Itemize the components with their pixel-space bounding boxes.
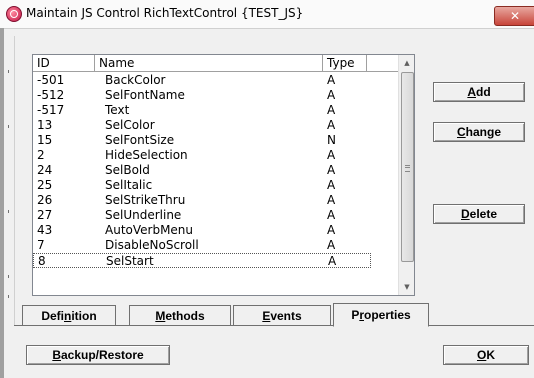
- table-row[interactable]: 2 HideSelection A: [33, 148, 398, 163]
- cell-id: 24: [37, 163, 53, 177]
- close-button[interactable]: ✕: [494, 6, 534, 26]
- cell-name: SelFontSize: [105, 133, 175, 147]
- cell-type: A: [327, 118, 336, 132]
- title-bar: Maintain JS Control RichTextControl {TES…: [0, 0, 534, 29]
- cell-id: -501: [37, 73, 65, 87]
- backup-restore-button-label: Backup/Restore: [52, 348, 144, 362]
- change-button-label: Change: [456, 125, 501, 139]
- cell-name: SelColor: [105, 118, 155, 132]
- cell-id: 25: [37, 178, 53, 192]
- table-row[interactable]: 27 SelUnderline A: [33, 208, 398, 223]
- tab-events-label: Events: [262, 309, 302, 323]
- window-title: Maintain JS Control RichTextControl {TES…: [26, 6, 304, 20]
- tab-definition-label: Definition: [41, 309, 97, 323]
- tab-properties-label: Properties: [351, 308, 411, 322]
- cell-type: N: [327, 133, 336, 147]
- cell-id: 26: [37, 193, 53, 207]
- backup-restore-button[interactable]: Backup/Restore: [26, 345, 170, 365]
- table-row[interactable]: 26 SelStrikeThru A: [33, 193, 398, 208]
- cell-type: A: [328, 254, 337, 268]
- vertical-scrollbar[interactable]: ▲ ▼: [398, 55, 414, 295]
- cell-name: SelFontName: [105, 88, 185, 102]
- tab-events[interactable]: Events: [233, 305, 331, 326]
- scroll-down-icon[interactable]: ▼: [399, 279, 414, 295]
- table-row[interactable]: 25 SelItalic A: [33, 178, 398, 193]
- scroll-thumb[interactable]: [401, 72, 414, 262]
- table-row[interactable]: 15 SelFontSize N: [33, 133, 398, 148]
- tick-mark: [8, 275, 9, 278]
- cell-type: A: [327, 238, 336, 252]
- tab-definition[interactable]: Definition: [22, 305, 116, 326]
- cell-name: AutoVerbMenu: [105, 223, 194, 237]
- tick-mark: [8, 295, 9, 298]
- cell-id: 43: [37, 223, 53, 237]
- close-icon: ✕: [509, 9, 521, 23]
- app-icon: [6, 6, 22, 22]
- cell-type: A: [327, 148, 336, 162]
- table-row[interactable]: 43 AutoVerbMenu A: [33, 223, 398, 238]
- cell-type: A: [327, 73, 336, 87]
- table-row[interactable]: -501 BackColor A: [33, 73, 398, 88]
- table-header: ID Name Type: [33, 55, 398, 73]
- dialog-window: Maintain JS Control RichTextControl {TES…: [0, 0, 534, 378]
- table-row[interactable]: 24 SelBold A: [33, 163, 398, 178]
- tab-methods[interactable]: Methods: [129, 305, 231, 326]
- tick-mark: [8, 70, 9, 73]
- tab-methods-label: Methods: [155, 309, 205, 323]
- cell-id: 8: [38, 254, 46, 268]
- change-button[interactable]: Change: [433, 122, 525, 142]
- column-header-filler: [367, 55, 398, 72]
- cell-id: 7: [37, 238, 45, 252]
- cell-type: A: [327, 103, 336, 117]
- tick-mark: [8, 125, 9, 128]
- ok-button[interactable]: OK: [443, 345, 529, 365]
- cell-id: 13: [37, 118, 53, 132]
- tick-mark: [8, 210, 9, 213]
- cell-type: A: [327, 163, 336, 177]
- cell-id: -512: [37, 88, 65, 102]
- cell-type: A: [327, 208, 336, 222]
- table-body: -501 BackColor A -512 SelFontName A -517 Text A 1…: [33, 73, 398, 268]
- column-header-name[interactable]: Name: [95, 55, 323, 72]
- add-button-label: Add: [467, 85, 491, 99]
- column-header-type[interactable]: Type: [323, 55, 367, 72]
- panel-border: [14, 36, 15, 326]
- column-header-id[interactable]: ID: [33, 55, 95, 72]
- delete-button-label: Delete: [460, 207, 498, 221]
- table-row[interactable]: 13 SelColor A: [33, 118, 398, 133]
- cell-name: SelItalic: [105, 178, 153, 192]
- cell-name: SelStrikeThru: [105, 193, 186, 207]
- add-button[interactable]: Add: [433, 82, 525, 102]
- window-left-border: [0, 28, 4, 378]
- ok-button-label: OK: [476, 348, 495, 362]
- cell-name: SelBold: [105, 163, 150, 177]
- cell-name: BackColor: [105, 73, 166, 87]
- properties-table[interactable]: ID Name Type -501 BackColor A -512 SelFontNa…: [32, 54, 415, 296]
- tab-properties[interactable]: Properties: [333, 303, 429, 327]
- table-row[interactable]: -512 SelFontName A: [33, 88, 398, 103]
- cell-name: SelStart: [106, 254, 154, 268]
- cell-id: 27: [37, 208, 53, 222]
- cell-name: HideSelection: [105, 148, 188, 162]
- cell-type: A: [327, 178, 336, 192]
- cell-id: 2: [37, 148, 45, 162]
- scroll-up-icon[interactable]: ▲: [399, 55, 414, 71]
- cell-type: A: [327, 223, 336, 237]
- cell-name: SelUnderline: [105, 208, 182, 222]
- delete-button[interactable]: Delete: [433, 204, 525, 224]
- cell-type: A: [327, 193, 336, 207]
- cell-id: 15: [37, 133, 53, 147]
- grip-icon: [405, 165, 410, 172]
- table-row[interactable]: -517 Text A: [33, 103, 398, 118]
- cell-name: DisableNoScroll: [105, 238, 199, 252]
- tab-strip-baseline: [14, 325, 534, 326]
- cell-type: A: [327, 88, 336, 102]
- table-row[interactable]: 7 DisableNoScroll A: [33, 238, 398, 253]
- cell-name: Text: [105, 103, 130, 117]
- table-row[interactable]: 8 SelStart A: [33, 253, 371, 268]
- cell-id: -517: [37, 103, 65, 117]
